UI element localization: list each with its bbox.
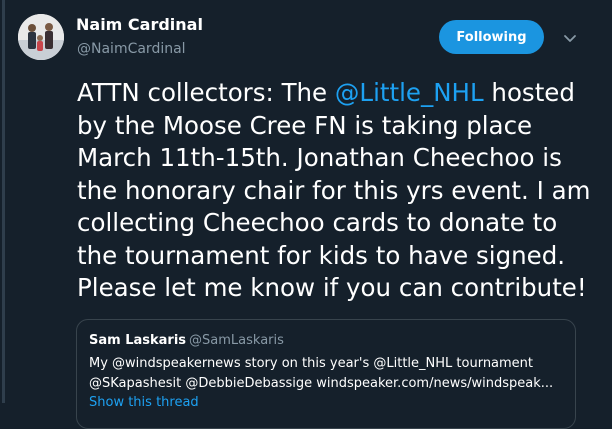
tweet-line: collecting Cheechoo cards to donate to [77,208,558,237]
quoted-tweet[interactable]: Sam Laskaris @SamLaskaris My @windspeaker… [76,319,576,429]
tweet-line: Please let me know if you can contribute… [77,273,587,302]
following-button[interactable]: Following [439,20,544,54]
thread-line [2,0,5,403]
tweet-line: March 11th-15th. Jonathan Cheechoo is [77,143,562,172]
tweet-line: the honorary chair for this yrs event. I… [77,175,591,205]
tweet-text-fragment: hosted [483,78,575,107]
quoted-author-name: Sam Laskaris [89,333,187,348]
tweet-menu-caret[interactable] [560,28,580,48]
chevron-down-icon [564,35,576,42]
quoted-tweet-line: My @windspeakernews story on this year's… [89,356,534,371]
tweet-line: by the Moose Cree FN is taking place [77,110,533,140]
author-name[interactable]: Naim Cardinal [76,15,203,34]
quoted-tweet-line: @SKapashesit @DebbieDebassige windspeake… [89,376,554,391]
quoted-tweet-text: My @windspeakernews story on this year's… [89,354,569,394]
mention-link[interactable]: @Little_NHL [335,78,484,107]
tweet-text-fragment: ATTN collectors: The [77,78,335,107]
tweet-line: ATTN collectors: The @Little_NHL hosted [77,77,602,110]
quoted-author-handle: @SamLaskaris [189,333,284,348]
avatar-image [18,14,64,60]
avatar[interactable] [18,14,64,60]
quoted-author: Sam Laskaris @SamLaskaris [89,333,284,348]
tweet-line: the tournament for kids to have signed. [77,240,566,270]
author-handle[interactable]: @NaimCardinal [77,41,186,57]
tweet-text: ATTN collectors: The @Little_NHL hosted … [77,77,602,305]
